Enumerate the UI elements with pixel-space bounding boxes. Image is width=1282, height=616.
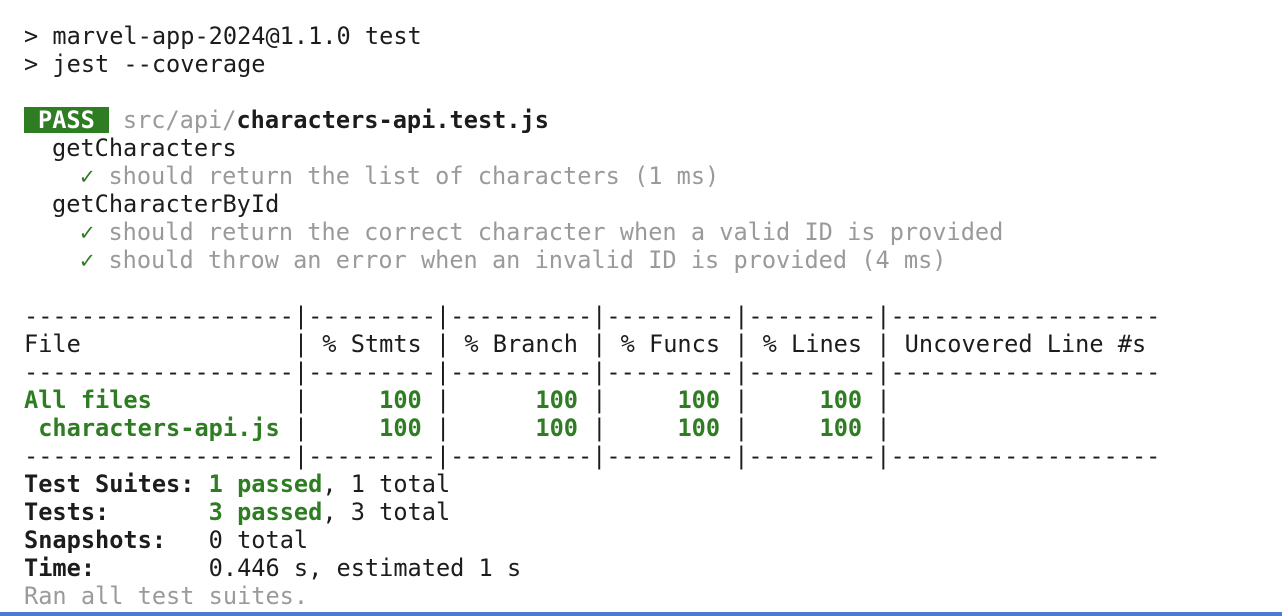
- pass-badge: PASS: [24, 107, 109, 133]
- summary-time: Time: 0.446 s, estimated 1 s: [24, 554, 1282, 582]
- coverage-branch: 100: [535, 386, 579, 414]
- summary-passed: 1 passed: [208, 470, 323, 498]
- summary-passed: 3 passed: [208, 498, 323, 526]
- coverage-branch: 100: [535, 414, 579, 442]
- command-line: > jest --coverage: [24, 50, 266, 78]
- coverage-stmts: 100: [379, 414, 422, 442]
- coverage-file: characters-api.js: [24, 414, 280, 442]
- coverage-separator: -------------------|---------|----------…: [24, 302, 1161, 330]
- summary-total: , 1 total: [322, 470, 451, 498]
- summary-total: , 3 total: [322, 498, 451, 526]
- window-bottom-edge: [0, 612, 1282, 616]
- check-icon: ✓: [80, 162, 95, 190]
- summary-label: Tests:: [24, 498, 209, 526]
- summary-suites: Test Suites: 1 passed, 1 total: [24, 470, 1282, 498]
- coverage-row: All files | 100 | 100 | 100 | 100 |: [24, 386, 905, 414]
- test-case: ✓ should throw an error when an invalid …: [24, 246, 1282, 274]
- terminal-output: > marvel-app-2024@1.1.0 test > jest --co…: [24, 22, 1282, 610]
- summary-value: 0 total: [208, 526, 309, 554]
- summary-tests: Tests: 3 passed, 3 total: [24, 498, 1282, 526]
- coverage-separator: -------------------|---------|----------…: [24, 358, 1161, 386]
- coverage-row: characters-api.js | 100 | 100 | 100 | 10…: [24, 414, 905, 442]
- summary-value: 0.446 s, estimated 1 s: [208, 554, 522, 582]
- test-case-label: should return the list of characters (1 …: [108, 162, 720, 190]
- summary-label: Time:: [24, 554, 209, 582]
- coverage-separator: -------------------|---------|----------…: [24, 442, 1161, 470]
- check-icon: ✓: [80, 246, 95, 274]
- test-case: ✓ should return the list of characters (…: [24, 162, 1282, 190]
- coverage-funcs: 100: [677, 414, 721, 442]
- suite-name: getCharacterById: [52, 190, 280, 218]
- check-icon: ✓: [80, 218, 95, 246]
- suite-name: getCharacters: [52, 134, 237, 162]
- coverage-header: File | % Stmts | % Branch | % Funcs | % …: [24, 330, 1161, 358]
- test-case: ✓ should return the correct character wh…: [24, 218, 1282, 246]
- coverage-lines: 100: [819, 386, 863, 414]
- test-file-result: PASS src/api/characters-api.test.js: [24, 106, 1282, 134]
- summary-footer: Ran all test suites.: [24, 582, 309, 610]
- coverage-stmts: 100: [379, 386, 422, 414]
- coverage-file: All files: [24, 386, 280, 414]
- command-line: > marvel-app-2024@1.1.0 test: [24, 22, 422, 50]
- test-case-label: should return the correct character when…: [108, 218, 1004, 246]
- summary-label: Snapshots:: [24, 526, 209, 554]
- summary-snapshots: Snapshots: 0 total: [24, 526, 1282, 554]
- test-case-label: should throw an error when an invalid ID…: [108, 246, 947, 274]
- test-file-dir: src/api/: [122, 106, 237, 134]
- summary-label: Test Suites:: [24, 470, 209, 498]
- coverage-lines: 100: [819, 414, 863, 442]
- coverage-funcs: 100: [677, 386, 721, 414]
- test-file-name: characters-api.test.js: [236, 106, 549, 134]
